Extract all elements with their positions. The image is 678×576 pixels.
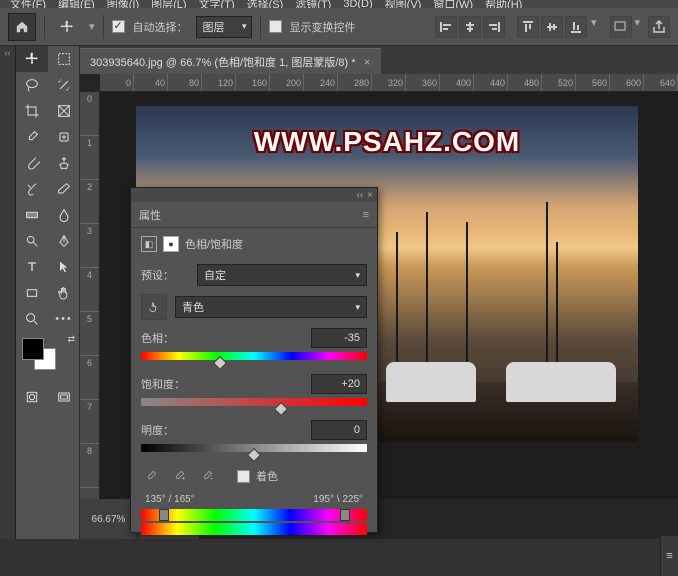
saturation-slider[interactable] <box>141 398 367 406</box>
align-center-v-button[interactable] <box>541 16 563 38</box>
menu-edit[interactable]: 编辑(E) <box>58 0 95 8</box>
panel-menu-icon[interactable]: ≡ <box>660 536 678 576</box>
panel-flyout-icon[interactable]: ≡ <box>363 209 369 221</box>
clone-stamp-tool[interactable] <box>48 150 80 176</box>
zoom-tool[interactable] <box>16 306 48 332</box>
document-tabs: 303935640.jpg @ 66.7% (色相/饱和度 1, 图层蒙版/8)… <box>80 46 678 74</box>
menu-filter[interactable]: 滤镜(T) <box>295 0 331 8</box>
quick-mask-tool[interactable] <box>16 384 48 410</box>
colorize-checkbox[interactable] <box>237 470 250 483</box>
marquee-tool[interactable] <box>48 46 80 72</box>
range-left-degrees: 135° / 165° <box>145 494 195 505</box>
auto-select-target-dropdown[interactable]: 图层 <box>196 16 252 38</box>
saturation-input[interactable] <box>311 374 367 394</box>
more-tools[interactable]: ••• <box>48 306 80 332</box>
menu-image[interactable]: 图像(I) <box>107 0 139 8</box>
target-adjust-button[interactable] <box>141 294 167 320</box>
lasso-tool[interactable] <box>16 72 48 98</box>
menu-view[interactable]: 视图(V) <box>385 0 422 8</box>
auto-select-checkbox[interactable] <box>112 20 125 33</box>
menu-3d[interactable]: 3D(D) <box>343 0 372 8</box>
tab-close-icon[interactable]: × <box>364 55 371 69</box>
toolbox: ••• ⇄ <box>16 46 80 539</box>
menu-layer[interactable]: 图层(L) <box>151 0 186 8</box>
lightness-slider[interactable] <box>141 444 367 452</box>
range-right-degrees: 195° \ 225° <box>313 494 363 505</box>
eraser-tool[interactable] <box>48 176 80 202</box>
magic-wand-tool[interactable] <box>48 72 80 98</box>
preset-dropdown[interactable]: 自定 <box>197 264 367 286</box>
panel-title: 属性 <box>139 207 161 223</box>
menu-file[interactable]: 文件(F) <box>10 0 46 8</box>
lightness-label: 明度： <box>141 422 174 438</box>
crop-tool[interactable] <box>16 98 48 124</box>
channel-dropdown[interactable]: 青色 <box>175 296 367 318</box>
align-top-button[interactable] <box>517 16 539 38</box>
auto-select-label: 自动选择： <box>133 19 188 35</box>
dodge-tool[interactable] <box>16 228 48 254</box>
type-tool[interactable] <box>16 254 48 280</box>
saturation-label: 饱和度： <box>141 376 185 392</box>
hue-label: 色相： <box>141 330 174 346</box>
hue-slider[interactable] <box>141 352 367 360</box>
color-range-strip-top[interactable] <box>141 509 367 521</box>
properties-panel: ‹‹ × 属性 ≡ ◧ ● 色相/饱和度 预设： 自定 青色 色相： <box>130 187 378 533</box>
screen-mode-tool[interactable] <box>48 384 80 410</box>
menu-type[interactable]: 文字(T) <box>199 0 235 8</box>
move-tool[interactable] <box>16 46 48 72</box>
foreground-color[interactable] <box>22 338 44 360</box>
move-tool-icon[interactable] <box>53 13 81 41</box>
history-brush-tool[interactable] <box>16 176 48 202</box>
adjustment-name: 色相/饱和度 <box>185 236 243 252</box>
align-right-button[interactable] <box>483 16 505 38</box>
adjustment-type-icon: ◧ <box>141 236 157 252</box>
menu-select[interactable]: 选择(S) <box>247 0 284 8</box>
share-button[interactable] <box>648 16 670 38</box>
brush-tool[interactable] <box>16 150 48 176</box>
gradient-tool[interactable] <box>16 202 48 228</box>
watermark-text: WWW.PSAHZ.COM <box>254 126 521 158</box>
colorize-label: 着色 <box>256 468 278 484</box>
panel-close-icon[interactable]: × <box>367 190 373 201</box>
menu-bar: 文件(F) 编辑(E) 图像(I) 图层(L) 文字(T) 选择(S) 滤镜(T… <box>0 0 678 8</box>
lightness-input[interactable] <box>311 420 367 440</box>
eyedropper-tool[interactable] <box>16 124 48 150</box>
adjustment-mask-icon: ● <box>163 236 179 252</box>
blur-tool[interactable] <box>48 202 80 228</box>
rectangle-tool[interactable] <box>16 280 48 306</box>
menu-window[interactable]: 窗口(W) <box>433 0 473 8</box>
align-left-button[interactable] <box>435 16 457 38</box>
show-transform-checkbox[interactable] <box>269 20 282 33</box>
document-tab[interactable]: 303935640.jpg @ 66.7% (色相/饱和度 1, 图层蒙版/8)… <box>80 48 381 74</box>
path-select-tool[interactable] <box>48 254 80 280</box>
color-range-strip-bottom[interactable] <box>141 523 367 535</box>
eyedropper-subtract-icon[interactable] <box>197 466 217 486</box>
eyedropper-set-icon[interactable] <box>141 466 161 486</box>
align-bottom-button[interactable] <box>565 16 587 38</box>
eyedropper-add-icon[interactable] <box>169 466 189 486</box>
menu-help[interactable]: 帮助(H) <box>485 0 522 8</box>
preset-label: 预设： <box>141 267 189 283</box>
show-transform-label: 显示变换控件 <box>290 19 356 35</box>
tab-title: 303935640.jpg @ 66.7% (色相/饱和度 1, 图层蒙版/8)… <box>90 54 356 70</box>
home-button[interactable] <box>8 13 36 41</box>
frame-tool[interactable] <box>48 98 80 124</box>
align-center-h-button[interactable] <box>459 16 481 38</box>
panel-collapse-icon[interactable]: ‹‹ <box>356 190 363 201</box>
swap-colors-icon[interactable]: ⇄ <box>67 334 75 345</box>
collapse-handle[interactable]: ‹‹ <box>0 46 16 539</box>
3d-mode-button[interactable] <box>610 16 632 38</box>
healing-tool[interactable] <box>48 124 80 150</box>
hand-tool[interactable] <box>48 280 80 306</box>
pen-tool[interactable] <box>48 228 80 254</box>
horizontal-ruler: 0408012016020024028032036040044048052056… <box>100 74 678 92</box>
options-bar: ▾ 自动选择： 图层 显示变换控件 ▾ ▾ <box>0 8 678 46</box>
hue-input[interactable] <box>311 328 367 348</box>
vertical-ruler: 012345678 <box>80 92 100 499</box>
